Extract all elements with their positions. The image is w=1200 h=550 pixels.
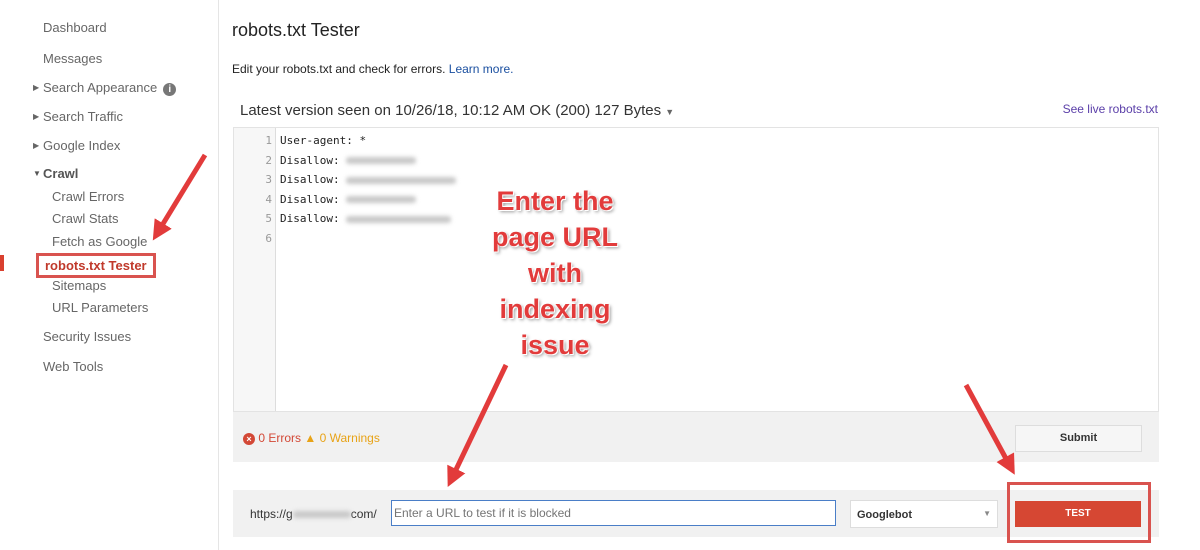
arrow-to-sidebar-item <box>152 153 208 241</box>
annotation-arrows <box>152 153 1015 488</box>
arrow-to-test-button <box>963 383 1015 475</box>
arrow-to-url-input <box>447 363 509 488</box>
